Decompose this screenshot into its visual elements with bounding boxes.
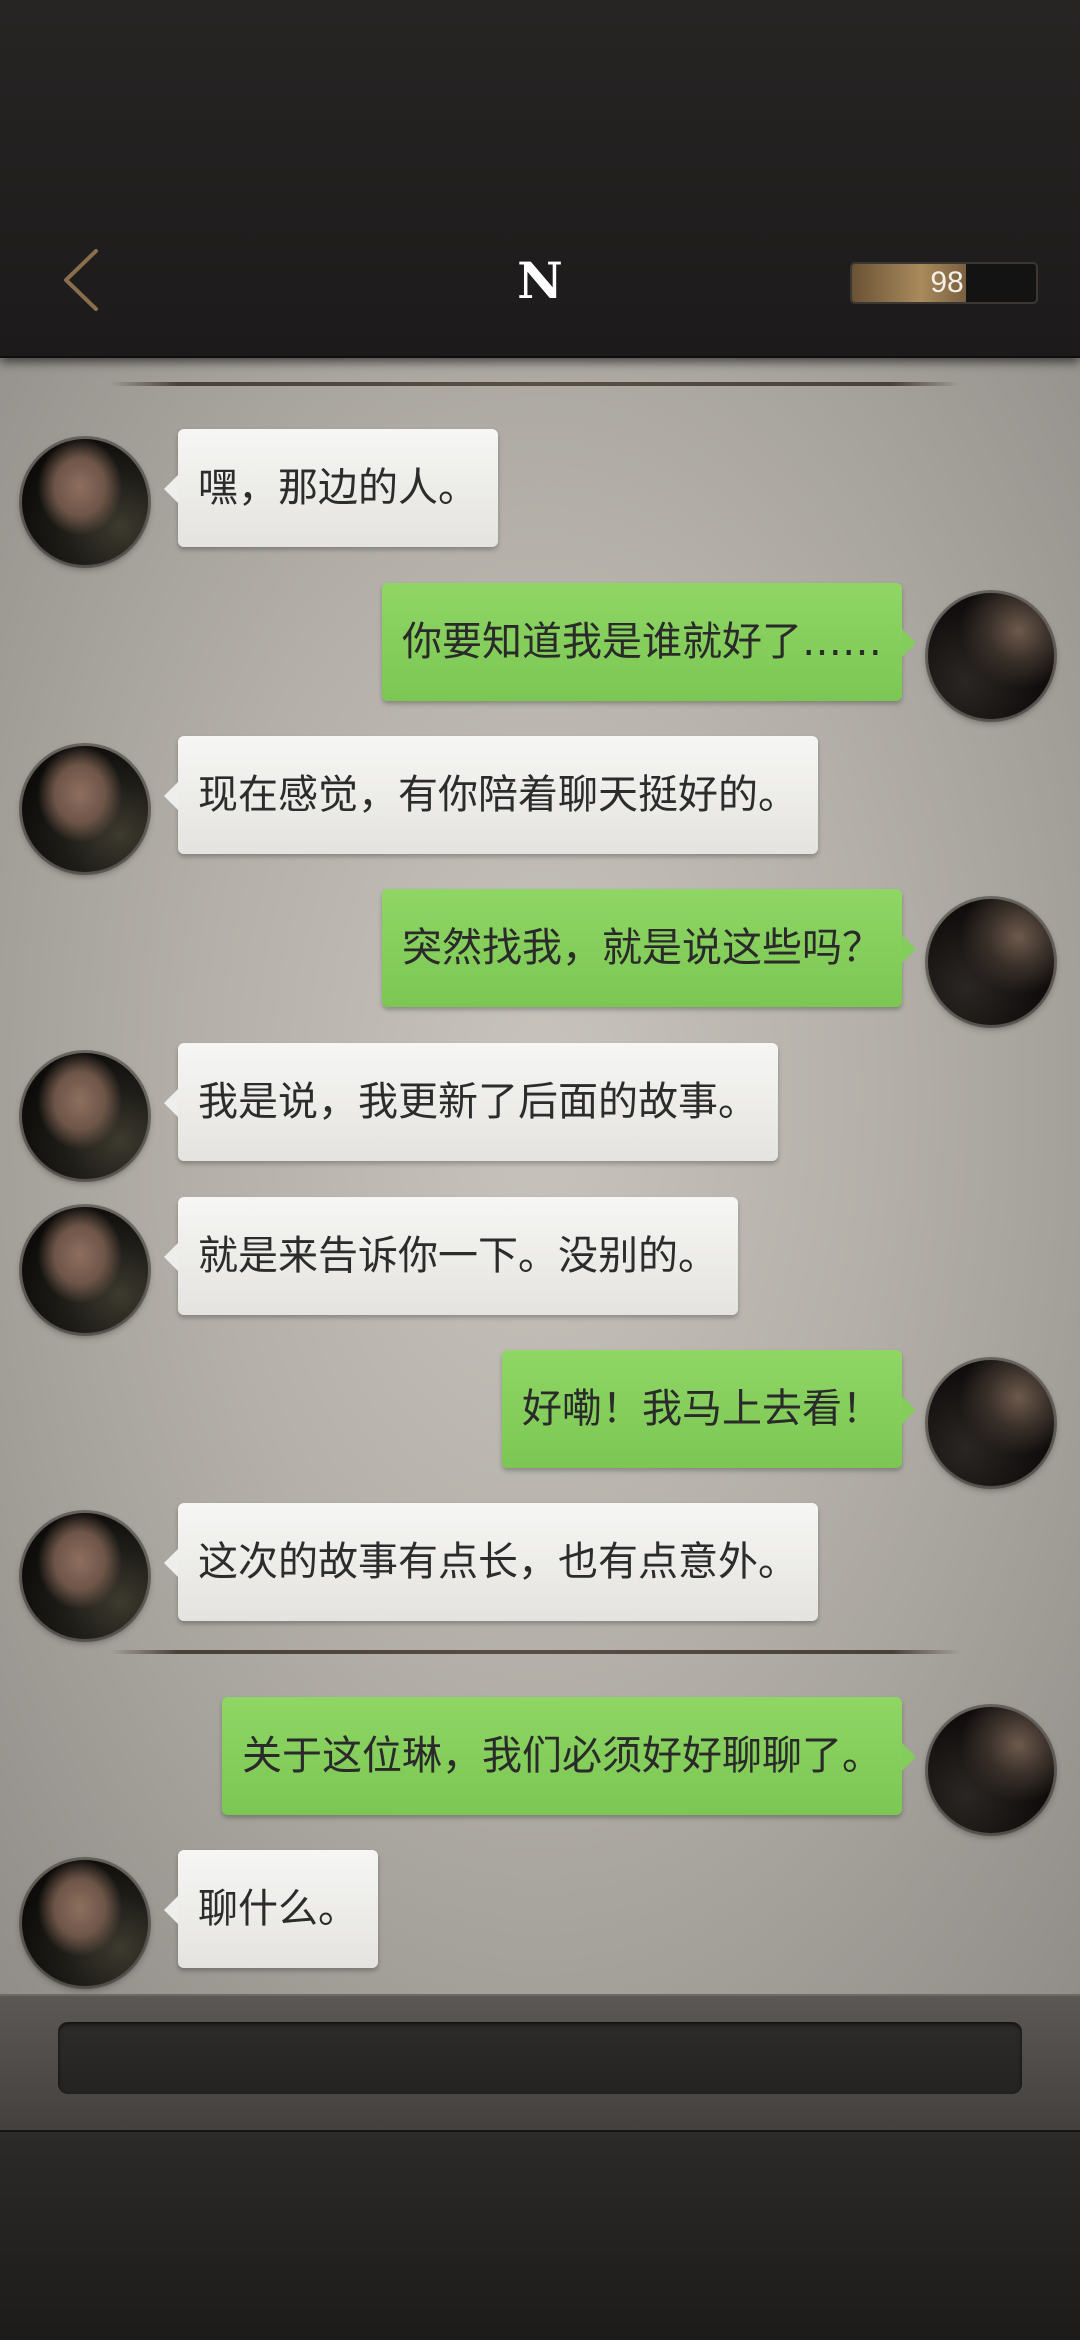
message-bubble: 嘿，那边的人。: [164, 429, 498, 547]
avatar-n[interactable]: [22, 1053, 148, 1179]
avatar-me[interactable]: [928, 1360, 1054, 1486]
message-row: 关于这位琳，我们必须好好聊聊了。: [0, 1697, 1080, 1837]
top-bar: N 98: [0, 0, 1080, 358]
avatar-n[interactable]: [22, 746, 148, 872]
message-bubble: 你要知道我是谁就好了……: [382, 583, 916, 701]
avatar-me[interactable]: [928, 899, 1054, 1025]
message-row: 这次的故事有点长，也有点意外。: [0, 1503, 1080, 1643]
energy-meter: 98: [850, 262, 1038, 304]
chat-area[interactable]: 嘿，那边的人。 你要知道我是谁就好了…… 现在感觉，有你陪着聊天挺好的。 突然找…: [0, 356, 1080, 1994]
avatar-n[interactable]: [22, 439, 148, 565]
message-input[interactable]: [58, 2022, 1022, 2094]
avatar-n[interactable]: [22, 1513, 148, 1639]
avatar-n[interactable]: [22, 1860, 148, 1986]
message-bubble: 突然找我，就是说这些吗？: [382, 889, 916, 1007]
chat-title: N: [517, 251, 563, 310]
message-row: 我是说，我更新了后面的故事。: [0, 1043, 1080, 1183]
message-bubble: 这次的故事有点长，也有点意外。: [164, 1503, 818, 1621]
message-bubble: 就是来告诉你一下。没别的。: [164, 1197, 738, 1315]
message-row: 就是来告诉你一下。没别的。: [0, 1197, 1080, 1337]
message-row: 聊什么。: [0, 1850, 1080, 1990]
message-bubble: 聊什么。: [164, 1850, 378, 1968]
divider-line: [110, 1650, 960, 1654]
avatar-n[interactable]: [22, 1207, 148, 1333]
input-bar: [0, 1994, 1080, 2132]
message-row: 你要知道我是谁就好了……: [0, 583, 1080, 723]
message-row: 嘿，那边的人。: [0, 429, 1080, 569]
message-bubble: 我是说，我更新了后面的故事。: [164, 1043, 778, 1161]
bottom-panel: [0, 2130, 1080, 2340]
message-bubble: 好嘞！我马上去看！: [502, 1350, 916, 1468]
message-row: 现在感觉，有你陪着聊天挺好的。: [0, 736, 1080, 876]
avatar-me[interactable]: [928, 1707, 1054, 1833]
back-button[interactable]: [50, 240, 110, 320]
message-bubble: 关于这位琳，我们必须好好聊聊了。: [222, 1697, 916, 1815]
message-row: 好嘞！我马上去看！: [0, 1350, 1080, 1490]
avatar-me[interactable]: [928, 593, 1054, 719]
message-row: 突然找我，就是说这些吗？: [0, 889, 1080, 1029]
energy-value: 98: [930, 266, 964, 299]
message-bubble: 现在感觉，有你陪着聊天挺好的。: [164, 736, 818, 854]
chevron-left-icon: [64, 249, 98, 311]
divider-line: [110, 382, 960, 386]
